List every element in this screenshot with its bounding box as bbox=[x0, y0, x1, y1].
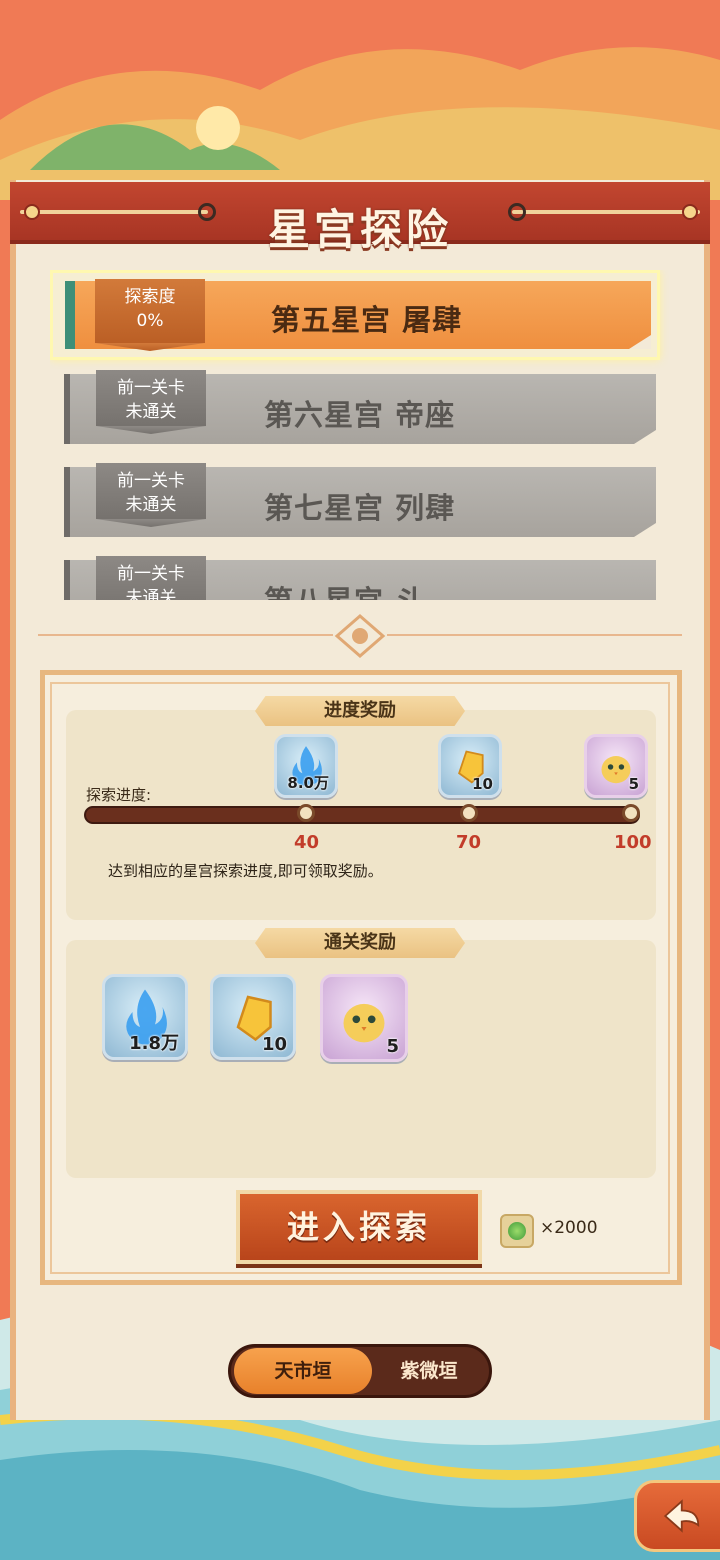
reward-item[interactable]: 1.8万 bbox=[102, 974, 188, 1060]
locked-tag: 前一关卡 未通关 bbox=[96, 463, 206, 519]
back-arrow-icon bbox=[663, 1499, 700, 1533]
milestone-label: 100 bbox=[614, 832, 652, 853]
tag-line1: 前一关卡 bbox=[117, 471, 185, 491]
page-fold-corner bbox=[629, 335, 651, 349]
level-item-8[interactable]: 前一关卡 未通关 第八星宫 斗 bbox=[64, 556, 656, 600]
milestone-label: 40 bbox=[294, 832, 320, 853]
progress-hint: 达到相应的星宫探索进度,即可领取奖励。 bbox=[108, 862, 383, 880]
tag-line2: 未通关 bbox=[125, 402, 177, 422]
reward-item[interactable]: 10 bbox=[438, 734, 502, 798]
reward-item[interactable]: 8.0万 bbox=[274, 734, 338, 798]
milestone-node-100 bbox=[622, 804, 640, 822]
tag-line2: 未通关 bbox=[125, 588, 177, 600]
progress-rewards-header: 进度奖励 bbox=[255, 696, 465, 726]
reward-count: 8.0万 bbox=[287, 774, 329, 792]
level-title: 第八星宫 斗 bbox=[264, 578, 425, 600]
reward-count: 1.8万 bbox=[129, 1033, 179, 1054]
reward-count: 10 bbox=[472, 775, 493, 793]
locked-tag: 前一关卡 未通关 bbox=[96, 556, 206, 600]
reward-count: 10 bbox=[261, 1034, 287, 1055]
milestone-node-70 bbox=[460, 804, 478, 822]
milestone-node-40 bbox=[297, 804, 315, 822]
tag-line2: 0% bbox=[136, 311, 164, 331]
back-button[interactable] bbox=[634, 1480, 720, 1552]
divider-ornament-icon bbox=[333, 612, 387, 660]
reward-count: 5 bbox=[628, 775, 639, 793]
level-title: 第五星宫 屠肆 bbox=[271, 303, 463, 337]
locked-tag: 前一关卡 未通关 bbox=[96, 370, 206, 426]
progress-label: 探索进度: bbox=[86, 786, 152, 804]
clear-rewards-header: 通关奖励 bbox=[255, 928, 465, 958]
progress-bar bbox=[84, 806, 640, 824]
tab-tianshiyuan[interactable]: 天市垣 bbox=[234, 1348, 372, 1394]
jade-coin-icon bbox=[500, 1214, 534, 1248]
tag-line1: 探索度 bbox=[124, 287, 176, 307]
reward-item[interactable]: 10 bbox=[210, 974, 296, 1060]
level-item-5[interactable]: 探索度 0% 第五星宫 屠肆 bbox=[50, 270, 660, 360]
level-title: 第七星宫 列肆 bbox=[264, 491, 456, 525]
level-item-7[interactable]: 前一关卡 未通关 第七星宫 列肆 bbox=[64, 463, 656, 537]
enter-explore-button[interactable]: 进入探索 bbox=[236, 1190, 482, 1264]
page-title: 星宫探险 bbox=[267, 205, 452, 254]
level-title: 第六星宫 帝座 bbox=[264, 398, 456, 432]
tab-ziweiyuan[interactable]: 紫微垣 bbox=[372, 1348, 486, 1394]
reward-item[interactable]: 5 bbox=[584, 734, 648, 798]
reward-count: 5 bbox=[386, 1036, 399, 1057]
exploration-tag: 探索度 0% bbox=[95, 279, 205, 343]
tag-line1: 前一关卡 bbox=[117, 378, 185, 398]
level-list[interactable]: 探索度 0% 第五星宫 屠肆 前一关卡 未通关 第六星宫 帝座 前一关卡 未通关… bbox=[50, 270, 670, 600]
page-fold-corner bbox=[634, 523, 656, 537]
page-fold-corner bbox=[634, 430, 656, 444]
milestone-label: 70 bbox=[456, 832, 482, 853]
level-item-6[interactable]: 前一关卡 未通关 第六星宫 帝座 bbox=[64, 370, 656, 444]
tag-line1: 前一关卡 bbox=[117, 564, 185, 584]
cost-amount: ×2000 bbox=[540, 1218, 598, 1238]
tag-line2: 未通关 bbox=[125, 495, 177, 515]
reward-item[interactable]: 5 bbox=[320, 974, 408, 1062]
